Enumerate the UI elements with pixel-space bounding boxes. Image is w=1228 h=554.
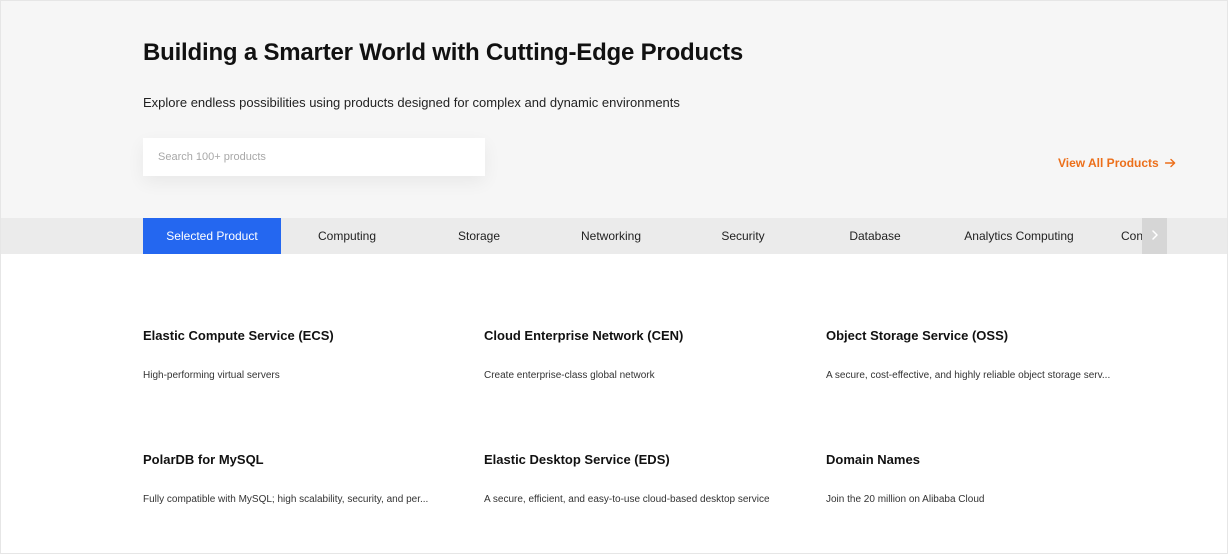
product-card-ecs[interactable]: Elastic Compute Service (ECS) High-perfo… [143, 328, 463, 381]
product-description: Join the 20 million on Alibaba Cloud [826, 494, 985, 505]
product-description: High-performing virtual servers [143, 370, 280, 381]
tab-storage[interactable]: Storage [413, 218, 545, 254]
hero-banner: Building a Smarter World with Cutting-Ed… [1, 1, 1227, 218]
product-title: Elastic Compute Service (ECS) [143, 328, 334, 343]
product-description: Fully compatible with MySQL; high scalab… [143, 494, 429, 505]
product-title: Object Storage Service (OSS) [826, 328, 1009, 343]
product-title: PolarDB for MySQL [143, 452, 264, 467]
product-description: A secure, efficient, and easy-to-use clo… [484, 494, 770, 505]
search-box [143, 138, 485, 176]
product-card-oss[interactable]: Object Storage Service (OSS) A secure, c… [826, 328, 1146, 381]
product-card-eds[interactable]: Elastic Desktop Service (EDS) A secure, … [484, 452, 804, 505]
page-title: Building a Smarter World with Cutting-Ed… [143, 39, 744, 66]
chevron-right-icon [1151, 227, 1159, 245]
product-card-cen[interactable]: Cloud Enterprise Network (CEN) Create en… [484, 328, 804, 381]
tab-networking[interactable]: Networking [545, 218, 677, 254]
product-card-polardb[interactable]: PolarDB for MySQL Fully compatible with … [143, 452, 463, 505]
tab-selected-product[interactable]: Selected Product [143, 218, 281, 254]
product-title: Cloud Enterprise Network (CEN) [484, 328, 684, 343]
arrow-right-icon [1164, 158, 1176, 168]
view-all-products-link[interactable]: View All Products [1058, 156, 1176, 170]
products-section: Building a Smarter World with Cutting-Ed… [0, 0, 1228, 554]
product-description: Create enterprise-class global network [484, 370, 655, 381]
tab-security[interactable]: Security [677, 218, 809, 254]
view-all-products-label: View All Products [1058, 156, 1159, 170]
category-tabs: Selected Product Computing Storage Netwo… [143, 218, 1167, 254]
product-description: A secure, cost-effective, and highly rel… [826, 370, 1111, 381]
product-title: Elastic Desktop Service (EDS) [484, 452, 670, 467]
tab-database[interactable]: Database [809, 218, 941, 254]
product-title: Domain Names [826, 452, 920, 467]
tab-computing[interactable]: Computing [281, 218, 413, 254]
search-input[interactable] [143, 138, 485, 176]
category-tab-bar: Selected Product Computing Storage Netwo… [1, 218, 1227, 254]
page-subtitle: Explore endless possibilities using prod… [143, 95, 680, 110]
product-card-domain-names[interactable]: Domain Names Join the 20 million on Alib… [826, 452, 1146, 505]
tab-analytics-computing[interactable]: Analytics Computing [941, 218, 1097, 254]
tab-scroll-next-button[interactable] [1142, 218, 1167, 254]
